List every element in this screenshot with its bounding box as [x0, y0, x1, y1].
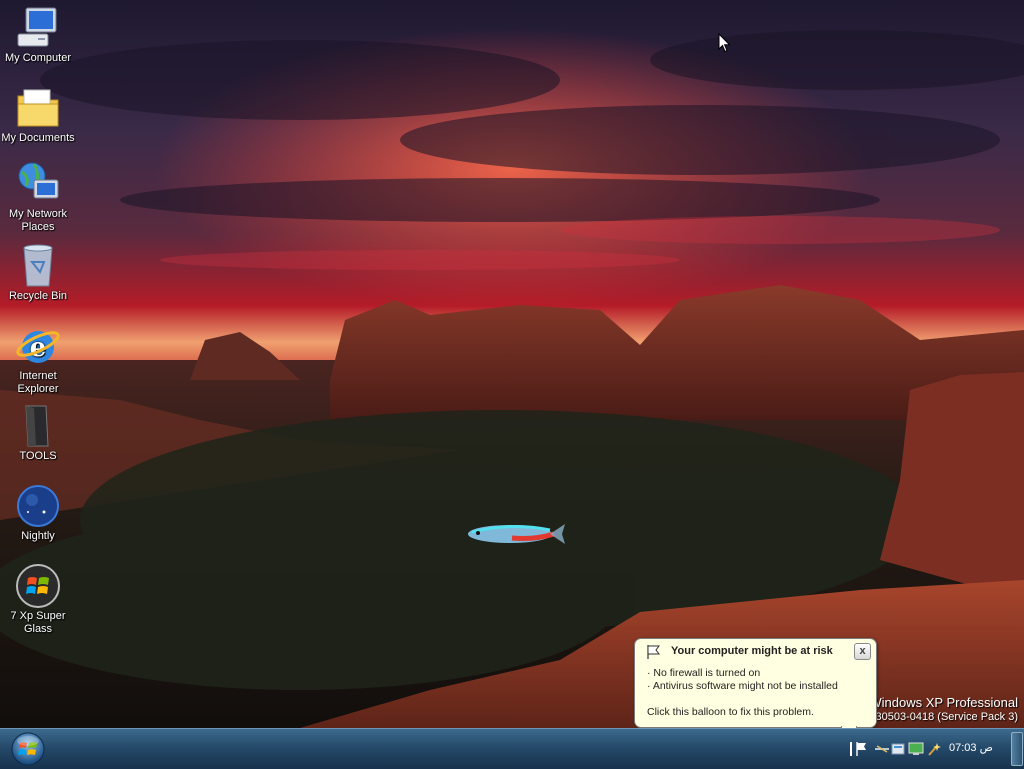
balloon-title: Your computer might be at risk — [671, 645, 833, 657]
desktop-icon-7-xp-super-glass[interactable]: 7 Xp Super Glass — [0, 562, 76, 636]
desktop-icon-label: Recycle Bin — [8, 290, 68, 302]
security-risk-balloon[interactable]: Your computer might be at risk x · No fi… — [634, 638, 877, 740]
show-desktop-button[interactable] — [1011, 732, 1023, 766]
desktop-icon-label: Internet Explorer — [17, 370, 59, 395]
watermark-line-2: 130503-0418 (Service Pack 3) — [869, 711, 1018, 723]
taskbar: 07:03 ص — [0, 728, 1024, 769]
desktop-icon-label: My Computer — [4, 52, 72, 64]
desktop-icon-nightly[interactable]: Nightly — [0, 482, 76, 543]
balloon-line-antivirus: · Antivirus software might not be instal… — [647, 680, 838, 692]
windows-logo-icon — [16, 564, 60, 608]
my-computer-icon — [17, 7, 57, 47]
desktop-icon-my-computer[interactable]: My Computer — [0, 4, 76, 65]
nightly-browser-icon — [17, 485, 59, 527]
desktop-icon-label: TOOLS — [19, 450, 57, 462]
wand-tray-icon[interactable] — [926, 741, 942, 757]
neon-fish-icon — [468, 524, 565, 544]
balloon-footer-link[interactable]: Click this balloon to fix this problem. — [647, 706, 814, 718]
monitor-tray-icon[interactable] — [908, 741, 924, 757]
desktop-icon-label: My Network Places — [8, 208, 68, 233]
security-flag-icon — [647, 645, 660, 659]
balloon-close-button[interactable]: x — [854, 643, 871, 660]
network-icon[interactable] — [874, 741, 890, 757]
security-flag-icon[interactable] — [854, 741, 870, 757]
my-documents-folder-icon — [17, 89, 59, 127]
desktop-icon-my-network-places[interactable]: My Network Places — [0, 160, 76, 234]
desktop-icon-my-documents[interactable]: My Documents — [0, 84, 76, 145]
taskbar-clock[interactable]: 07:03 ص — [949, 741, 993, 754]
balloon-line-firewall: · No firewall is turned on — [647, 667, 761, 679]
desktop-icon-label: Nightly — [21, 530, 55, 542]
network-places-icon — [18, 162, 59, 199]
watermark-line-1: Windows XP Professional — [869, 695, 1018, 710]
internet-explorer-icon: e — [16, 331, 60, 363]
windows-orb-icon[interactable] — [9, 731, 47, 767]
system-tray: 07:03 ص — [840, 729, 1024, 769]
mouse-cursor-icon — [718, 33, 731, 53]
tools-folder-icon — [25, 405, 49, 447]
folder-tray-icon[interactable] — [890, 741, 906, 757]
windows-version-watermark: Windows XP Professional 130503-0418 (Ser… — [869, 695, 1018, 725]
desktop-icon-label: 7 Xp Super Glass — [10, 610, 66, 635]
desktop-icon-internet-explorer[interactable]: e Internet Explorer — [0, 322, 76, 396]
desktop-icon-label: My Documents — [1, 132, 75, 144]
desktop-wallpaper — [0, 0, 1024, 728]
desktop-icon-tools[interactable]: TOOLS — [0, 402, 76, 463]
desktop-icon-recycle-bin[interactable]: Recycle Bin — [0, 242, 76, 303]
recycle-bin-icon — [23, 244, 53, 287]
